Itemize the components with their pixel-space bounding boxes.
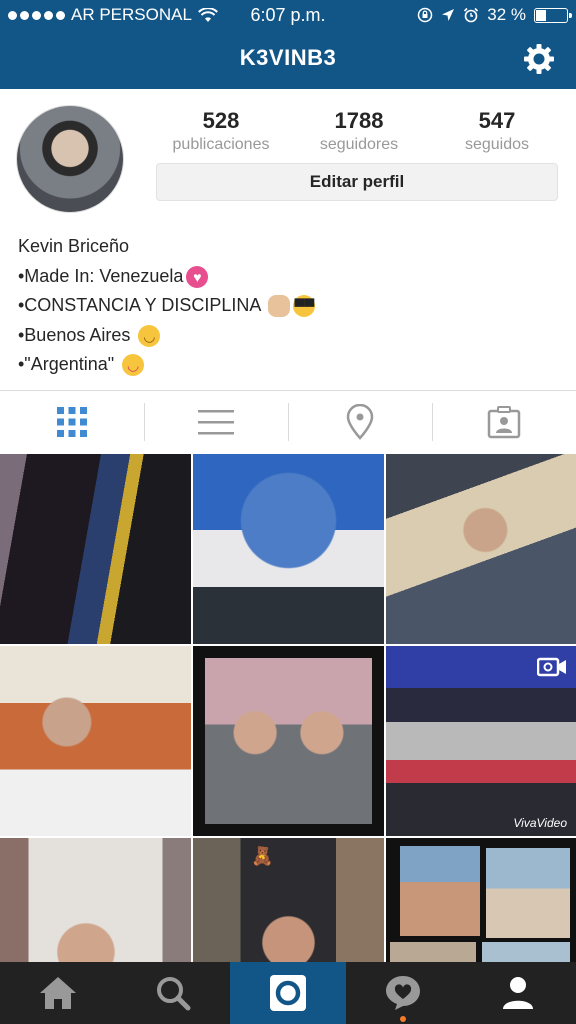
- photo-thumbnail[interactable]: [0, 454, 191, 644]
- tagged-photos-icon: [487, 406, 521, 439]
- lock-rotation-icon: [418, 7, 433, 23]
- photo-thumbnail[interactable]: [0, 646, 191, 836]
- stat-label: publicaciones: [172, 136, 270, 153]
- photo-thumbnail[interactable]: [193, 454, 384, 644]
- stat-number: 547: [478, 108, 516, 133]
- tab-profile[interactable]: [461, 962, 576, 1024]
- tab-grid[interactable]: [0, 391, 144, 453]
- bio-line-text: •CONSTANCIA Y DISCIPLINA: [18, 295, 266, 315]
- stat-number: 1788: [334, 108, 384, 133]
- battery-icon: [534, 7, 572, 23]
- stat-posts[interactable]: 528 publicaciones: [152, 108, 290, 154]
- grid-icon: [57, 407, 87, 437]
- profile-stats: 528 publicaciones 1788 seguidores 547 se…: [152, 108, 566, 154]
- full-name: Kevin Briceño: [18, 236, 130, 256]
- photo-image: [205, 658, 372, 824]
- edit-profile-button[interactable]: Editar perfil: [156, 163, 558, 201]
- bio-line: •CONSTANCIA Y DISCIPLINA ▀▀: [18, 291, 558, 321]
- collage-cell: [486, 848, 570, 938]
- search-icon: [156, 977, 191, 1011]
- location-arrow-icon: [442, 9, 455, 21]
- notification-dot: [400, 1016, 407, 1022]
- stat-number: 528: [202, 108, 240, 133]
- profile-icon: [503, 977, 534, 1009]
- stat-following[interactable]: 547 seguidos: [428, 108, 566, 154]
- bio: Kevin Briceño •Made In: Venezuela ♥ •CONS…: [18, 232, 558, 380]
- bio-line: •Made In: Venezuela ♥: [18, 262, 558, 292]
- tab-tagged[interactable]: [432, 391, 576, 453]
- photo-thumbnail[interactable]: [386, 454, 576, 644]
- video-thumbnail[interactable]: VivaVideo: [386, 646, 576, 836]
- tab-activity[interactable]: [346, 962, 461, 1024]
- collage-cell: [400, 846, 480, 936]
- yum-face-icon: ◡: [122, 354, 145, 377]
- teddy-bear-icon: 🧸: [251, 846, 274, 866]
- tab-camera[interactable]: [230, 962, 346, 1024]
- tab-list[interactable]: [144, 391, 288, 453]
- photo-thumbnail[interactable]: [386, 838, 576, 962]
- gear-icon[interactable]: [522, 42, 556, 76]
- bio-line: •"Argentina" ◡: [18, 350, 558, 380]
- profile-view-tabs: [0, 391, 576, 453]
- sunglasses-face-icon: ▀▀: [293, 295, 316, 318]
- photo-thumbnail[interactable]: [193, 646, 384, 836]
- bio-line-text: •Made In: Venezuela: [18, 265, 184, 286]
- stat-label: seguidores: [319, 136, 399, 153]
- status-bar: AR PERSONAL 6:07 p.m. 32 %: [0, 0, 576, 30]
- tab-home[interactable]: [0, 962, 115, 1024]
- flexed-biceps-icon: [268, 295, 291, 318]
- battery-fill: [536, 9, 547, 21]
- activity-heart-icon: [386, 976, 421, 1010]
- bottom-tab-bar: [0, 962, 576, 1024]
- tab-map[interactable]: [288, 391, 432, 453]
- sparkling-heart-icon: ♥: [186, 265, 209, 288]
- profile-username-title: K3VINB3: [239, 45, 337, 70]
- status-right: 32 %: [417, 5, 572, 25]
- avatar[interactable]: [16, 105, 124, 213]
- stat-label: seguidos: [464, 136, 530, 153]
- collage-cell: [390, 942, 476, 962]
- watermark-label: VivaVideo: [513, 816, 567, 830]
- photo-thumbnail[interactable]: [0, 838, 191, 962]
- tab-search[interactable]: [115, 962, 230, 1024]
- list-icon: [198, 410, 234, 435]
- hugging-face-icon: ◡: [138, 324, 161, 347]
- photo-thumbnail[interactable]: 🧸: [193, 838, 384, 962]
- top-bar: AR PERSONAL 6:07 p.m. 32 % K3VINB3: [0, 0, 576, 89]
- bio-line-text: •"Argentina": [18, 354, 120, 374]
- location-pin-icon: [346, 404, 374, 440]
- camera-icon: [270, 975, 306, 1011]
- bio-line: •Buenos Aires ◡: [18, 321, 558, 351]
- bio-line-text: •Buenos Aires: [18, 324, 136, 345]
- video-camera-icon: [537, 657, 566, 677]
- home-icon: [39, 977, 76, 1009]
- stat-followers[interactable]: 1788 seguidores: [290, 108, 428, 154]
- alarm-icon: [464, 7, 479, 23]
- photo-grid: VivaVideo 🧸: [0, 454, 576, 962]
- battery-percent: 32 %: [487, 5, 526, 24]
- collage-cell: [482, 942, 570, 962]
